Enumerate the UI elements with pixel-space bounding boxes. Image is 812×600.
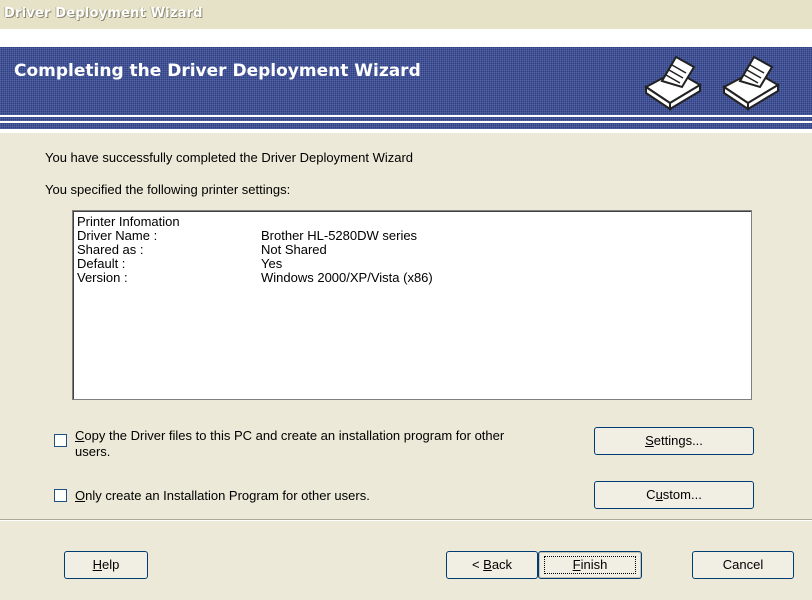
- printer-icon: [722, 55, 780, 111]
- banner-stripe: [0, 121, 812, 123]
- wizard-banner: Completing the Driver Deployment Wizard: [0, 29, 812, 133]
- window-title: Driver Deployment Wizard: [4, 6, 203, 21]
- help-button[interactable]: Help: [64, 551, 148, 579]
- back-button[interactable]: < Back: [446, 551, 538, 579]
- finish-label: inish: [580, 557, 608, 572]
- help-label: elp: [102, 557, 120, 572]
- copy-files-accel: C: [75, 428, 85, 443]
- setting-value: Windows 2000/XP/Vista (x86): [261, 270, 433, 285]
- setting-key: Shared as :: [77, 242, 144, 257]
- setting-value: Yes: [261, 256, 283, 271]
- settings-listbox[interactable]: Printer Infomation Driver Name : Brother…: [72, 210, 752, 400]
- finish-button[interactable]: Finish: [538, 551, 642, 579]
- success-text: You have successfully completed the Driv…: [45, 150, 414, 165]
- custom-label-pre: C: [646, 487, 656, 502]
- back-label-pre: <: [471, 557, 484, 572]
- custom-label-post: stom...: [662, 487, 702, 502]
- only-create-text: nly create an Installation Program for o…: [85, 488, 370, 503]
- setting-key: Version :: [77, 270, 128, 285]
- list-header: Printer Infomation: [77, 214, 180, 229]
- finish-accel: F: [572, 557, 581, 572]
- cancel-button[interactable]: Cancel: [692, 551, 794, 579]
- help-accel: H: [92, 557, 103, 572]
- banner-heading: Completing the Driver Deployment Wizard: [14, 61, 421, 81]
- settings-label: ettings...: [653, 433, 703, 448]
- copy-files-label[interactable]: Copy the Driver files to this PC and cre…: [75, 428, 504, 460]
- only-create-label[interactable]: Only create an Installation Program for …: [75, 488, 370, 503]
- banner-stripe: [0, 115, 812, 117]
- title-bar[interactable]: Driver Deployment Wizard: [0, 0, 812, 30]
- setting-key: Driver Name :: [77, 228, 158, 243]
- settings-intro: You specified the following printer sett…: [45, 182, 291, 197]
- only-create-checkbox[interactable]: [54, 489, 67, 502]
- custom-accel: u: [655, 487, 663, 502]
- back-accel: B: [483, 557, 492, 572]
- settings-accel: S: [645, 433, 654, 448]
- custom-button[interactable]: Custom...: [594, 481, 754, 509]
- finish-focus-rect: Finish: [543, 556, 637, 574]
- copy-files-text-line2: users.: [75, 444, 111, 459]
- cancel-label: Cancel: [722, 557, 764, 572]
- setting-value: Brother HL-5280DW series: [261, 228, 418, 243]
- button-separator: [0, 519, 812, 521]
- printer-icon: [644, 55, 702, 111]
- setting-value: Not Shared: [261, 242, 327, 257]
- only-create-accel: O: [75, 488, 86, 503]
- copy-files-text: opy the Driver files to this PC and crea…: [84, 428, 505, 443]
- setting-key: Default :: [77, 256, 126, 271]
- settings-button[interactable]: Settings...: [594, 427, 754, 455]
- back-label-post: ack: [491, 557, 513, 572]
- copy-files-checkbox[interactable]: [54, 434, 67, 447]
